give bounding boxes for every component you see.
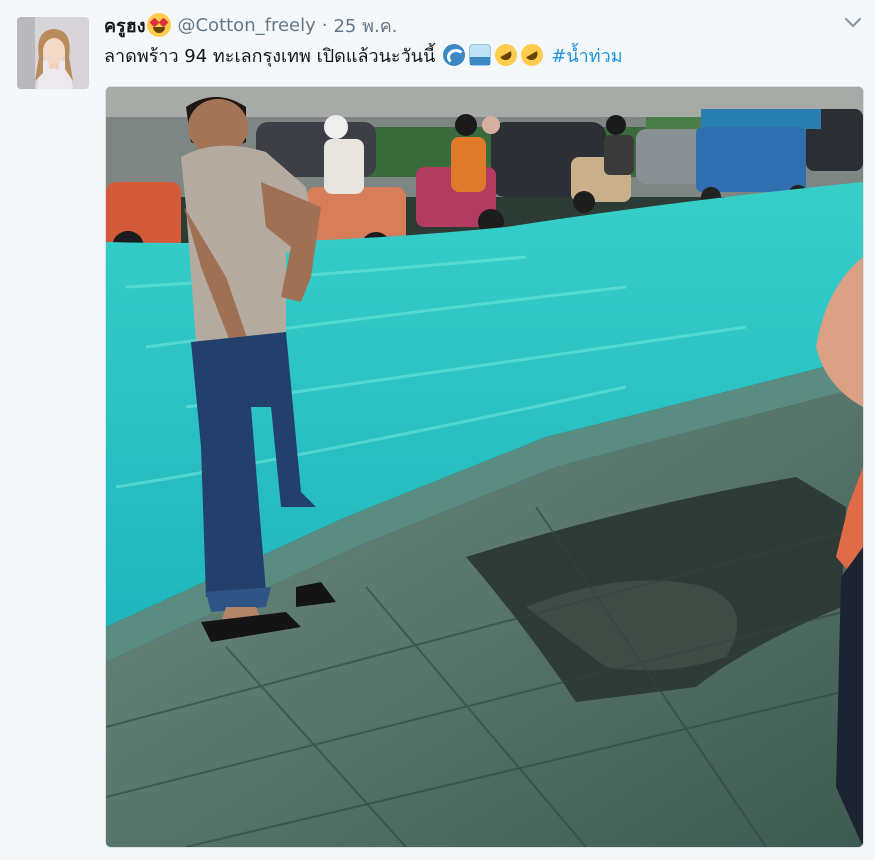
rofl-emoji-icon: [491, 39, 522, 71]
tweet-photo[interactable]: [105, 86, 864, 848]
water-wave-emoji-icon: [443, 44, 466, 66]
username-handle[interactable]: @Cotton_freely: [177, 15, 315, 36]
rofl-emoji-icon: [517, 39, 548, 71]
avatar[interactable]: [17, 17, 89, 89]
tweet-header: ครูฮง @Cotton_freely · 25 พ.ค.: [104, 10, 397, 40]
separator-dot: ·: [321, 14, 328, 36]
flooded-street-photo: [106, 87, 863, 847]
tweet-text: ลาดพร้าว 94 ทะเลกรุงเทพ เปิดแล้วนะวันนี้…: [104, 39, 623, 71]
heart-eyes-emoji-icon: [147, 13, 172, 37]
tweet-body: ลาดพร้าว 94 ทะเลกรุงเทพ เปิดแล้วนะวันนี้: [104, 45, 436, 67]
display-name[interactable]: ครูฮง: [104, 11, 145, 40]
tweet-timestamp[interactable]: 25 พ.ค.: [333, 11, 397, 40]
tweet: ครูฮง @Cotton_freely · 25 พ.ค. ลาดพร้าว …: [0, 0, 875, 860]
chevron-down-icon[interactable]: [843, 12, 863, 32]
flood-emoji-icon: [469, 44, 492, 66]
avatar-image: [17, 17, 89, 89]
hashtag-link[interactable]: #น้ำท่วม: [551, 41, 622, 70]
